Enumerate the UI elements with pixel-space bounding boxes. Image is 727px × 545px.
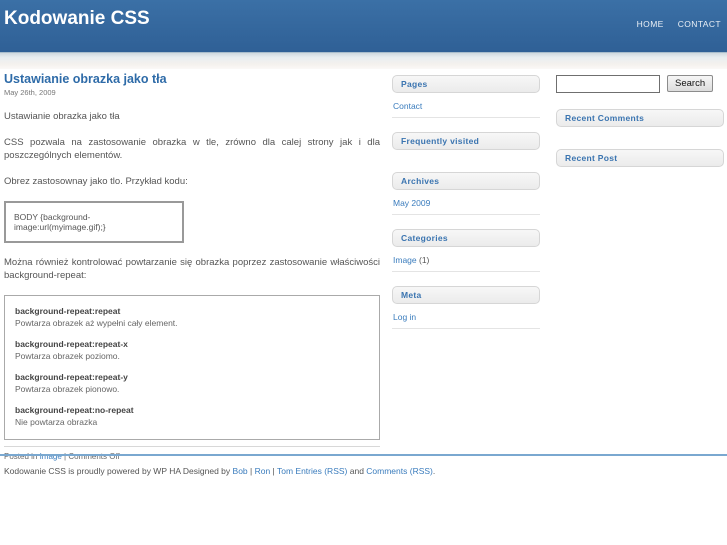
search-input[interactable] bbox=[556, 75, 660, 93]
widget-title: Frequently visited bbox=[392, 132, 540, 150]
page-container: Ustawianie obrazka jako tła May 26th, 20… bbox=[0, 69, 727, 461]
repeat-property: background-repeat:repeat-y bbox=[15, 372, 128, 382]
category-count: (1) bbox=[416, 255, 430, 265]
site-header: Kodowanie CSS HOME CONTACT bbox=[0, 0, 727, 52]
widget-list: May 2009 bbox=[392, 190, 540, 215]
widget-title: Archives bbox=[392, 172, 540, 190]
list-item[interactable]: Contact bbox=[392, 93, 540, 118]
widget-list: Log in bbox=[392, 304, 540, 329]
post-paragraph-1: Ustawianie obrazka jako tła bbox=[4, 111, 120, 122]
footer-link-bob[interactable]: Bob bbox=[233, 466, 248, 476]
code-sample-box: BODY {background-image:url(myimage.gif);… bbox=[4, 201, 184, 243]
site-title: Kodowanie CSS bbox=[4, 8, 150, 29]
footer-link-tom[interactable]: Tom bbox=[277, 466, 293, 476]
widget-title: Recent Post bbox=[556, 149, 724, 167]
repeat-property: background-repeat:repeat bbox=[15, 306, 121, 316]
post-paragraph-3: Obrez zastosownay jako tlo. Przykład kod… bbox=[4, 176, 188, 187]
widget-categories: Categories Image (1) bbox=[392, 229, 540, 272]
repeat-description: Powtarza obrazek aż wypełni cały element… bbox=[15, 318, 178, 328]
widget-empty-body bbox=[556, 127, 724, 135]
main-nav: HOME CONTACT bbox=[637, 19, 721, 29]
repeat-item: background-repeat:repeat-x Powtarza obra… bbox=[15, 339, 369, 361]
widget-frequently-visited: Frequently visited bbox=[392, 132, 540, 158]
nav-item-contact[interactable]: CONTACT bbox=[678, 19, 721, 29]
widget-title: Pages bbox=[392, 75, 540, 93]
search-widget: Search bbox=[556, 75, 724, 93]
post-article: Ustawianie obrazka jako tła May 26th, 20… bbox=[4, 72, 380, 461]
footer-separator: and bbox=[347, 466, 367, 476]
main-content: Ustawianie obrazka jako tła May 26th, 20… bbox=[4, 72, 380, 461]
footer-period: . bbox=[432, 466, 436, 476]
post-paragraph-4: Można również kontrolować powtarzanie si… bbox=[4, 257, 380, 281]
footer-separator: | bbox=[270, 466, 277, 476]
widget-title: Recent Comments bbox=[556, 109, 724, 127]
widget-meta: Meta Log in bbox=[392, 286, 540, 329]
widget-title: Categories bbox=[392, 229, 540, 247]
repeat-property: background-repeat:repeat-x bbox=[15, 339, 128, 349]
widget-list: Contact bbox=[392, 93, 540, 118]
post-date: May 26th, 2009 bbox=[4, 88, 56, 97]
sidebar-link-log-in[interactable]: Log in bbox=[393, 312, 416, 322]
sidebar-link-may-2009[interactable]: May 2009 bbox=[393, 198, 430, 208]
site-footer: Kodowanie CSS is proudly powered by WP H… bbox=[0, 454, 727, 476]
list-item[interactable]: Image (1) bbox=[392, 247, 540, 272]
search-button[interactable]: Search bbox=[667, 75, 714, 92]
widget-archives: Archives May 2009 bbox=[392, 172, 540, 215]
nav-item-home[interactable]: HOME bbox=[637, 19, 664, 29]
repeat-description: Nie powtarza obrazka bbox=[15, 417, 98, 427]
post-title: Ustawianie obrazka jako tła bbox=[4, 72, 167, 86]
widget-recent-post: Recent Post bbox=[556, 149, 724, 175]
widget-empty-body bbox=[392, 150, 540, 158]
post-body: Ustawianie obrazka jako tła CSS pozwala … bbox=[4, 110, 380, 440]
widget-pages: Pages Contact bbox=[392, 75, 540, 118]
footer-text-start: Kodowanie CSS is proudly powered by WP H… bbox=[4, 466, 233, 476]
repeat-item: background-repeat:no-repeat Nie powtarza… bbox=[15, 405, 369, 427]
repeat-item: background-repeat:repeat Powtarza obraze… bbox=[15, 306, 369, 328]
footer-link-ron[interactable]: Ron bbox=[255, 466, 271, 476]
list-item[interactable]: Log in bbox=[392, 304, 540, 329]
repeat-description: Powtarza obrazek pionowo. bbox=[15, 384, 120, 394]
list-item[interactable]: May 2009 bbox=[392, 190, 540, 215]
widget-list: Image (1) bbox=[392, 247, 540, 272]
background-repeat-list-box: background-repeat:repeat Powtarza obraze… bbox=[4, 295, 380, 440]
widget-title: Meta bbox=[392, 286, 540, 304]
widget-empty-body bbox=[556, 167, 724, 175]
sidebar-link-image-category[interactable]: Image bbox=[393, 255, 417, 265]
repeat-property: background-repeat:no-repeat bbox=[15, 405, 134, 415]
header-gradient-divider bbox=[0, 52, 727, 69]
sidebar-left: Pages Contact Frequently visited Archive… bbox=[392, 75, 540, 343]
sidebar-link-contact[interactable]: Contact bbox=[393, 101, 422, 111]
widget-recent-comments: Recent Comments bbox=[556, 109, 724, 135]
repeat-item: background-repeat:repeat-y Powtarza obra… bbox=[15, 372, 369, 394]
footer-separator: | bbox=[247, 466, 255, 476]
post-paragraph-2: CSS pozwala na zastosowanie obrazka w tl… bbox=[4, 137, 380, 161]
sidebar-right: Search Recent Comments Recent Post bbox=[556, 75, 724, 189]
footer-link-comments-rss[interactable]: Comments (RSS) bbox=[366, 466, 433, 476]
repeat-description: Powtarza obrazek poziomo. bbox=[15, 351, 120, 361]
footer-link-entries-rss[interactable]: Entries (RSS) bbox=[295, 466, 347, 476]
